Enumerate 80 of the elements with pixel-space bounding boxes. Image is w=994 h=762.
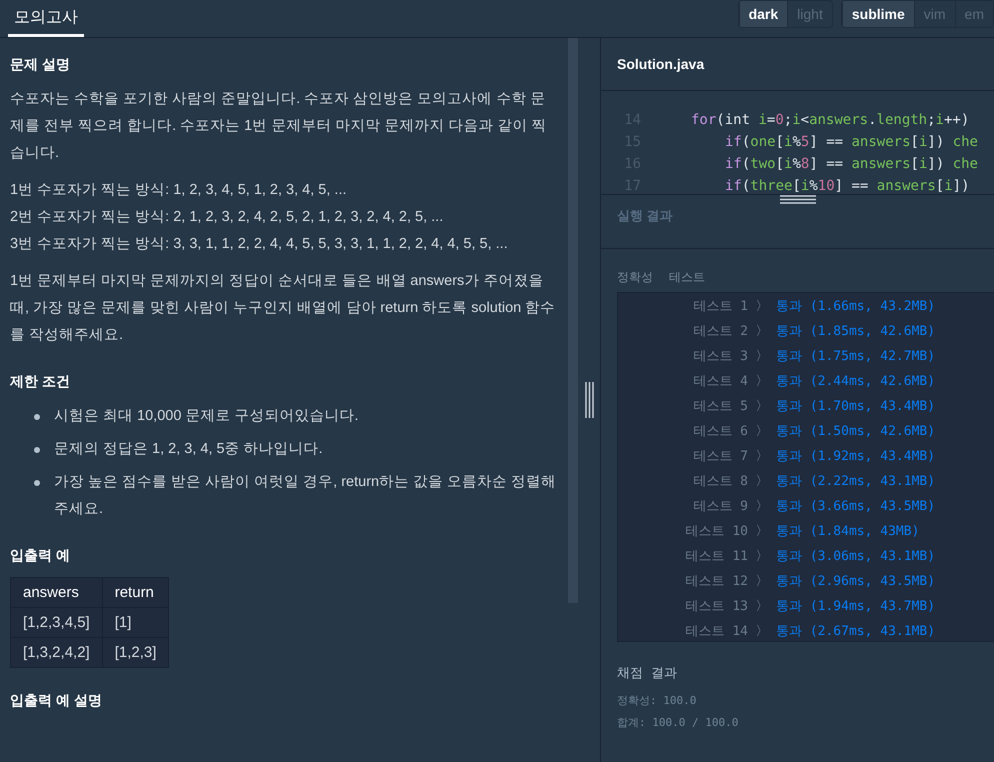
list-item: 문제의 정답은 1, 2, 3, 4, 5중 하나입니다.: [54, 440, 323, 459]
keymap-option[interactable]: sublime: [842, 1, 914, 27]
bullet-icon: [34, 447, 40, 453]
table-cell: [1,2,3]: [102, 638, 169, 668]
table-cell: [1,3,2,4,2]: [10, 638, 102, 668]
test-result: 통과 (1.85ms, 42.6MB): [776, 322, 936, 340]
problem-tab[interactable]: 모의고사: [8, 0, 84, 37]
list-item: 가장 높은 점수를 받은 사람이 여럿일 경우, return하는 값을 오름차순 정렬해주세요.: [54, 473, 558, 519]
chevron-icon: 〉: [748, 296, 776, 314]
test-result: 통과 (1.94ms, 43.7MB): [776, 598, 936, 614]
text-line: 1번 수포자가 찍는 방식: 1, 2, 3, 4, 5, 1, 2, 3, 4, 5, ...: [10, 181, 348, 200]
test-label: 테스트 7: [692, 448, 748, 464]
test-label: 테스트 9: [692, 498, 748, 514]
chevron-icon: 〉: [748, 546, 776, 564]
test-result: 통과 (1.84ms, 43MB): [776, 522, 920, 540]
text-line: 2번 수포자가 찍는 방식: 2, 1, 2, 3, 2, 4, 2, 5, 2, 1, 2, 3, 2, 4, 2, 5, ...: [10, 208, 444, 227]
resize-handle-icon[interactable]: [584, 382, 594, 418]
paragraph: 수포자는 수학을 포기한 사람의 준말입니다. 수포자 삼인방은 모의고사에 수학 문제를 전부 찍으려 합니다. 수포자는 1번 문제부터 마지막 문제까지 다음과 같이 찍습니다.: [10, 90, 548, 163]
section-heading: 입출력 예: [10, 547, 71, 565]
chevron-icon: 〉: [748, 522, 776, 540]
text-line: 3번 수포자가 찍는 방식: 3, 3, 1, 1, 2, 2, 4, 4, 5, 5, 3, 3, 1, 1, 2, 2, 4, 4, 5, 5, ...: [10, 235, 509, 254]
test-result: 통과 (1.75ms, 42.7MB): [776, 348, 936, 364]
summary-line: 합계: 100.0 / 100.0: [617, 715, 740, 731]
chevron-icon: 〉: [748, 422, 776, 440]
bullet-icon: [34, 414, 40, 420]
section-heading: 문제 설명: [10, 56, 71, 74]
theme-option[interactable]: dark: [738, 1, 788, 27]
resize-handle-icon[interactable]: [780, 195, 816, 204]
test-result: 통과 (1.70ms, 43.4MB): [776, 398, 936, 414]
list-item: 시험은 최대 10,000 문제로 구성되어있습니다.: [54, 407, 358, 426]
chevron-icon: 〉: [748, 572, 776, 590]
chevron-icon: 〉: [748, 372, 776, 390]
test-label: 테스트 2: [692, 322, 748, 340]
test-label: 테스트 1: [692, 298, 748, 314]
code-line: if(two[i%8] == answers[i]) che: [724, 155, 978, 174]
code-line: if(one[i%5] == answers[i]) che: [724, 133, 978, 152]
test-label: 테스트 10: [684, 522, 748, 540]
test-result: 통과 (3.66ms, 43.5MB): [776, 498, 936, 514]
chevron-icon: 〉: [748, 322, 776, 340]
chevron-icon: 〉: [748, 496, 776, 514]
table-cell: [1,2,3,4,5]: [10, 608, 102, 638]
test-label: 테스트 13: [684, 598, 748, 614]
chevron-icon: 〉: [748, 622, 776, 640]
test-label: 테스트 14: [684, 622, 748, 640]
test-result: 통과 (2.22ms, 43.1MB): [776, 472, 936, 490]
test-result: 통과 (1.50ms, 42.6MB): [776, 422, 936, 440]
paragraph: 1번 문제부터 마지막 문제까지의 정답이 순서대로 들은 배열 answers가 주어졌을 때, 가장 많은 문제를 맞힌 사람이 누구인지 배열에 담아 return 하도록 solution 함수를 작성해주세요.: [10, 272, 556, 345]
section-heading: 입출력 예 설명: [10, 692, 103, 710]
test-result: 통과 (1.66ms, 43.2MB): [776, 298, 936, 314]
bullet-icon: [34, 480, 40, 486]
test-result: 통과 (2.67ms, 43.1MB): [776, 622, 936, 640]
section-heading: 제한 조건: [10, 373, 71, 391]
test-label: 테스트 12: [684, 572, 748, 590]
table-header-cell: return: [102, 578, 169, 608]
chevron-icon: 〉: [748, 346, 776, 364]
test-label: 테스트 5: [692, 398, 748, 414]
panel-title: 실행 결과: [617, 208, 673, 223]
test-label: 테스트 4: [692, 372, 748, 390]
chevron-icon: 〉: [748, 596, 776, 614]
test-result: 통과 (3.06ms, 43.1MB): [776, 548, 936, 564]
test-label: 테스트 8: [692, 472, 748, 490]
summary-line: 정확성: 100.0: [617, 693, 698, 709]
summary-title: 채점 결과: [617, 665, 678, 682]
chevron-icon: 〉: [748, 446, 776, 464]
test-label: 테스트 6: [692, 422, 748, 440]
table-cell: [1]: [102, 608, 169, 638]
test-result: 통과 (2.44ms, 42.6MB): [776, 372, 936, 390]
code-line: if(three[i%10] == answers[i]): [724, 177, 970, 194]
test-label: 테스트 11: [684, 548, 748, 564]
table-header-cell: answers: [10, 578, 102, 608]
test-result: 통과 (2.96ms, 43.5MB): [776, 572, 936, 590]
chevron-icon: 〉: [748, 472, 776, 490]
chevron-icon: 〉: [748, 396, 776, 414]
test-result: 통과 (1.92ms, 43.4MB): [776, 448, 936, 464]
test-label: 테스트 3: [692, 348, 748, 364]
file-name: Solution.java: [601, 38, 994, 91]
group-title: 테스트: [669, 269, 705, 286]
scrollbar-thumb[interactable]: [568, 38, 578, 603]
group-label: 정확성: [617, 269, 653, 286]
code-line: for(int i=0;i<answers.length;i++): [690, 111, 970, 130]
